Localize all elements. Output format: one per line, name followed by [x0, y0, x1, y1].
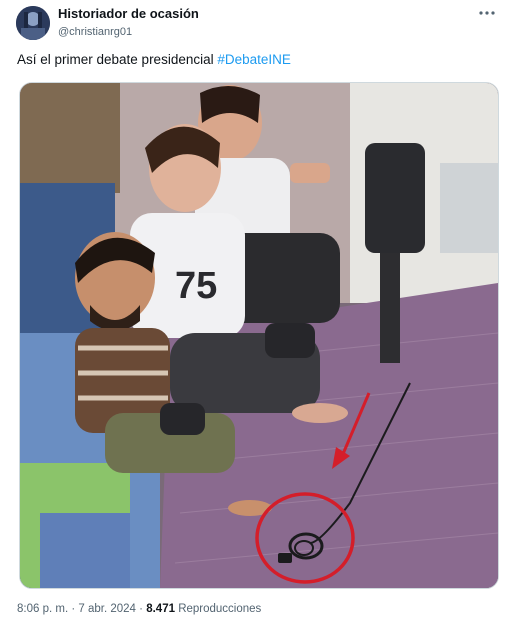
- tweet-photo[interactable]: 75: [19, 82, 499, 589]
- tweet-body: Así el primer debate presidencial: [17, 52, 214, 67]
- meta-separator: ·: [139, 603, 143, 615]
- more-horizontal-icon: [479, 11, 495, 15]
- tweet-meta: 8:06 p. m. · 7 abr. 2024 · 8.471 Reprodu…: [17, 601, 261, 617]
- author-handle[interactable]: @christianrg01: [58, 24, 199, 40]
- author-info: Historiador de ocasión @christianrg01: [58, 6, 199, 40]
- photo-icon: 75: [20, 83, 498, 588]
- views-count: 8.471: [146, 603, 175, 615]
- author-display-name[interactable]: Historiador de ocasión: [58, 6, 199, 22]
- meta-separator: ·: [71, 603, 76, 615]
- tweet-time[interactable]: 8:06 p. m.: [17, 603, 68, 615]
- tweet-text: Así el primer debate presidencial #Debat…: [17, 51, 291, 69]
- more-options-button[interactable]: [476, 4, 498, 22]
- avatar-photo-icon: [16, 6, 50, 40]
- views-label: Reproducciones: [178, 603, 262, 615]
- tweet-date[interactable]: 7 abr. 2024: [78, 603, 136, 615]
- hashtag-link[interactable]: #DebateINE: [217, 52, 291, 67]
- author-avatar[interactable]: [16, 6, 50, 40]
- svg-text:75: 75: [175, 265, 217, 307]
